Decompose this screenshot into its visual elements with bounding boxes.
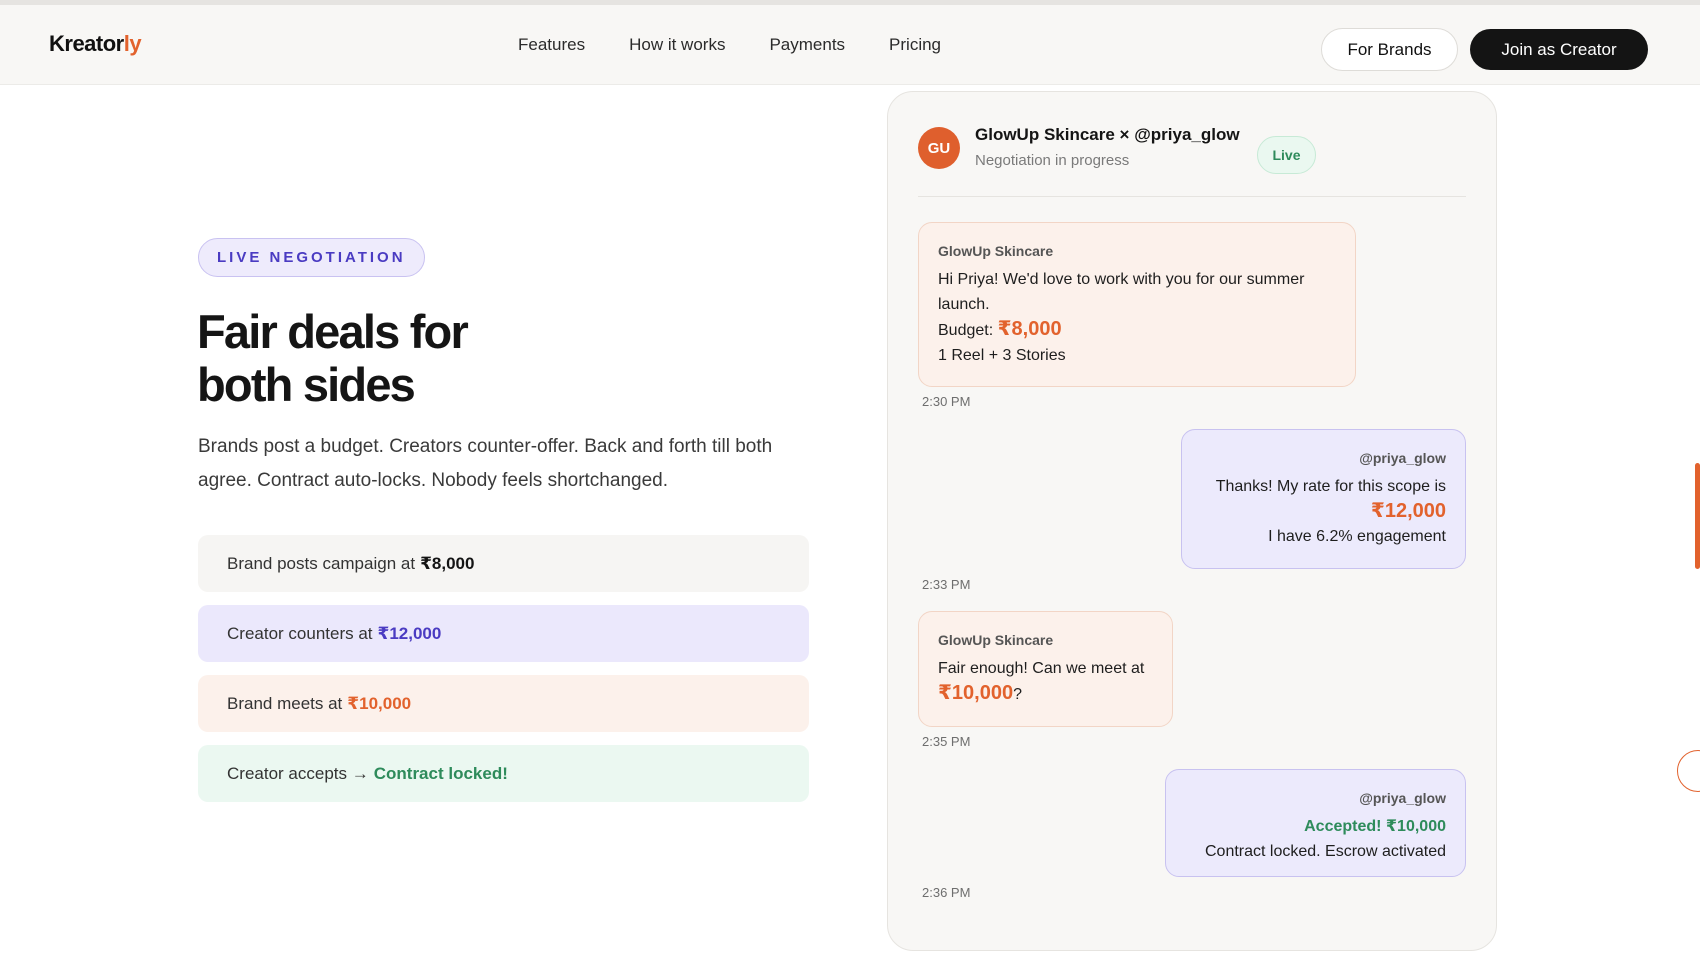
- headline-line-1: Fair deals for: [197, 305, 469, 358]
- step-text: Creator accepts →: [227, 763, 369, 783]
- step-text: Brand meets at: [227, 693, 343, 713]
- logo-main: Kreator: [49, 31, 124, 56]
- step-text: Creator counters at: [227, 623, 373, 643]
- nav-link-pricing[interactable]: Pricing: [889, 35, 941, 55]
- step-brand-meets: Brand meets at ₹10,000: [198, 675, 809, 732]
- step-text: Brand posts campaign at: [227, 553, 416, 573]
- message-timestamp: 2:35 PM: [922, 734, 971, 749]
- chat-message-brand: GlowUp Skincare Fair enough! Can we meet…: [918, 611, 1173, 727]
- logo-accent: ly: [123, 31, 142, 56]
- nav-link-features[interactable]: Features: [518, 35, 585, 55]
- page-title: Fair deals for both sides: [197, 305, 597, 411]
- message-sender: GlowUp Skincare: [938, 632, 1054, 648]
- message-sender: @priya_glow: [1359, 790, 1446, 806]
- logo[interactable]: Kreatorly: [49, 31, 142, 57]
- chat-divider: [918, 196, 1466, 197]
- message-scope: 1 Reel + 3 Stories: [938, 347, 1066, 364]
- message-amount: ₹12,000: [1370, 500, 1446, 522]
- message-text: Fair enough! Can we meet at: [938, 660, 1145, 677]
- message-sender: @priya_glow: [1359, 450, 1446, 466]
- chat-status: Negotiation in progress: [975, 152, 1130, 169]
- headline-line-2: both sides: [197, 358, 416, 411]
- message-timestamp: 2:36 PM: [922, 885, 971, 900]
- for-brands-button[interactable]: For Brands: [1321, 28, 1458, 71]
- message-budget: Budget: ₹8,000: [938, 317, 1336, 343]
- message-timestamp: 2:33 PM: [922, 577, 971, 592]
- message-offer: ₹10,000?: [938, 681, 1153, 707]
- message-text: Contract locked. Escrow activated: [1205, 843, 1446, 860]
- section-badge: LIVE NEGOTIATION: [198, 238, 425, 277]
- hero-description: Brands post a budget. Creators counter-o…: [198, 436, 773, 491]
- step-brand-posts: Brand posts campaign at ₹8,000: [198, 535, 809, 592]
- step-amount: ₹12,000: [377, 623, 442, 643]
- scrollbar-thumb[interactable]: [1695, 463, 1700, 569]
- chat-message-creator: @priya_glow Thanks! My rate for this sco…: [1181, 429, 1466, 569]
- nav-link-payments[interactable]: Payments: [769, 35, 845, 55]
- message-amount: ₹10,000: [938, 682, 1014, 704]
- step-status: Contract locked!: [373, 763, 508, 783]
- top-nav: Kreatorly Features How it works Payments…: [0, 5, 1700, 85]
- step-creator-accepts: Creator accepts → Contract locked!: [198, 745, 809, 802]
- step-creator-counters: Creator counters at ₹12,000: [198, 605, 809, 662]
- budget-amount: ₹8,000: [997, 318, 1062, 340]
- join-as-creator-button[interactable]: Join as Creator: [1470, 29, 1648, 70]
- avatar: GU: [918, 127, 960, 169]
- message-text: Hi Priya! We'd love to work with you for…: [938, 271, 1305, 313]
- message-text: Thanks! My rate for this scope is: [1215, 478, 1446, 495]
- message-suffix: ?: [1013, 686, 1022, 703]
- nav-link-how-it-works[interactable]: How it works: [629, 35, 725, 55]
- message-timestamp: 2:30 PM: [922, 394, 971, 409]
- message-sender: GlowUp Skincare: [938, 243, 1054, 259]
- chat-message-creator: @priya_glow Accepted! ₹10,000 Contract l…: [1165, 769, 1466, 877]
- step-amount: ₹10,000: [347, 693, 412, 713]
- nav-links: Features How it works Payments Pricing: [518, 35, 985, 55]
- message-engagement: I have 6.2% engagement: [1268, 528, 1446, 545]
- chat-message-brand: GlowUp Skincare Hi Priya! We'd love to w…: [918, 222, 1356, 387]
- live-badge: Live: [1257, 136, 1316, 174]
- step-amount: ₹8,000: [420, 553, 475, 573]
- budget-label: Budget:: [938, 322, 994, 339]
- floating-action-button[interactable]: [1677, 750, 1700, 792]
- message-accepted: Accepted! ₹10,000: [1304, 818, 1446, 835]
- chat-title: GlowUp Skincare × @priya_glow: [975, 125, 1240, 144]
